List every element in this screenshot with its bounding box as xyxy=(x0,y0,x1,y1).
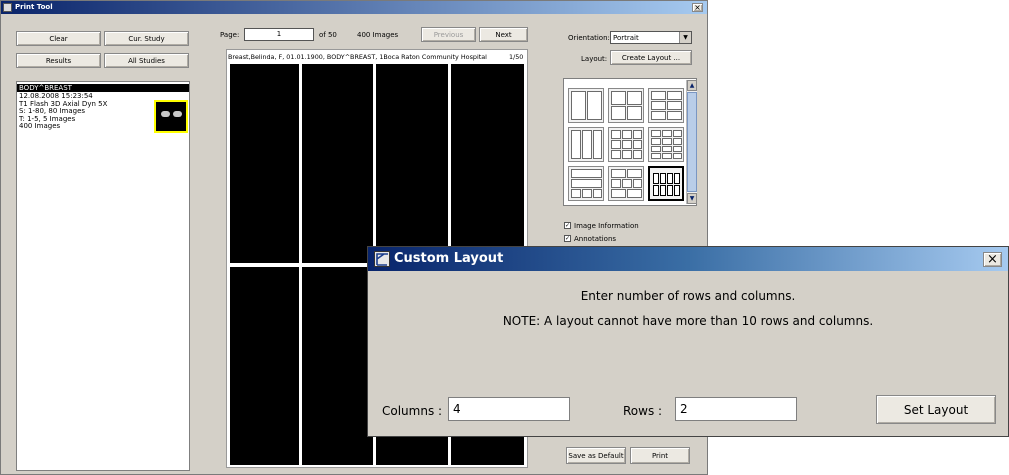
image-count-label: 400 Images xyxy=(357,31,399,39)
results-button[interactable]: Results xyxy=(16,53,101,68)
image-cell[interactable] xyxy=(230,64,299,263)
study-thumbnail[interactable] xyxy=(154,100,188,133)
study-image-count: 400 Images xyxy=(19,122,61,130)
layout-picker: ▲ ▼ xyxy=(563,78,697,206)
window-title: Print Tool xyxy=(15,3,53,11)
print-button[interactable]: Print xyxy=(630,447,690,464)
columns-label: Columns : xyxy=(382,404,443,418)
image-information-checkbox[interactable]: ✓ xyxy=(564,222,571,229)
layout-mixed-a[interactable] xyxy=(568,166,604,201)
study-details[interactable]: 12.08.2008 15:23:54 T1 Flash 3D Axial Dy… xyxy=(19,92,107,131)
close-icon[interactable]: × xyxy=(692,3,703,12)
page-input[interactable]: 1 xyxy=(244,28,314,41)
annotations-label: Annotations xyxy=(574,235,617,243)
scroll-thumb[interactable] xyxy=(687,92,697,192)
layout-scrollbar[interactable]: ▲ ▼ xyxy=(686,80,697,204)
dialog-title: Custom Layout xyxy=(394,251,504,266)
previous-button[interactable]: Previous xyxy=(421,27,476,42)
create-layout-button[interactable]: Create Layout ... xyxy=(610,50,692,65)
dialog-instruction: Enter number of rows and columns. xyxy=(580,289,796,303)
annotations-checkbox[interactable]: ✓ xyxy=(564,235,571,242)
custom-layout-icon xyxy=(374,251,390,267)
app-icon xyxy=(3,3,12,12)
columns-input[interactable]: 4 xyxy=(448,397,570,421)
study-list: BODY^BREAST 12.08.2008 15:23:54 T1 Flash… xyxy=(16,81,190,471)
save-as-default-button[interactable]: Save as Default xyxy=(566,447,626,464)
layout-3x3-a[interactable] xyxy=(608,127,644,162)
layout-label: Layout: xyxy=(581,55,608,63)
image-cell[interactable] xyxy=(302,267,373,465)
dropdown-arrow-icon[interactable]: ▼ xyxy=(679,32,691,43)
image-information-label: Image Information xyxy=(574,222,639,230)
layout-4x2-selected[interactable] xyxy=(648,166,684,201)
page-count-label: of 50 xyxy=(319,31,337,39)
all-studies-button[interactable]: All Studies xyxy=(104,53,189,68)
cur-study-button[interactable]: Cur. Study xyxy=(104,31,189,46)
clear-button[interactable]: Clear xyxy=(16,31,101,46)
rows-input[interactable]: 2 xyxy=(675,397,797,421)
dialog-title-bar: Custom Layout xyxy=(368,247,1008,271)
scroll-down-arrow-icon[interactable]: ▼ xyxy=(687,193,697,204)
image-cell[interactable] xyxy=(302,64,373,263)
set-layout-button[interactable]: Set Layout xyxy=(876,395,996,424)
study-header[interactable]: BODY^BREAST xyxy=(17,84,189,92)
dialog-close-icon[interactable]: × xyxy=(983,252,1002,267)
orientation-select[interactable]: Portrait ▼ xyxy=(610,31,692,44)
page-label: Page: xyxy=(220,31,240,39)
image-cell[interactable] xyxy=(451,64,524,263)
next-button[interactable]: Next xyxy=(479,27,528,42)
orientation-label: Orientation: xyxy=(568,34,610,42)
custom-layout-dialog: Custom Layout × Enter number of rows and… xyxy=(367,246,1009,437)
layout-2x2[interactable] xyxy=(608,88,644,123)
dialog-note: NOTE: A layout cannot have more than 10 … xyxy=(502,314,874,328)
page-ratio: 1/50 xyxy=(509,53,524,61)
rows-label: Rows : xyxy=(623,404,663,418)
layout-3x2[interactable] xyxy=(648,88,684,123)
layout-4x3[interactable] xyxy=(648,127,684,162)
title-bar: Print Tool xyxy=(1,1,707,14)
layout-mixed-b[interactable] xyxy=(608,166,644,201)
scroll-up-arrow-icon[interactable]: ▲ xyxy=(687,80,697,91)
patient-info-line: Breast,Belinda, F, 01.01.1900, BODY^BREA… xyxy=(228,53,487,61)
layout-1x2[interactable] xyxy=(568,88,604,123)
image-cell[interactable] xyxy=(376,64,448,263)
orientation-value: Portrait xyxy=(613,34,639,42)
layout-1x3[interactable] xyxy=(568,127,604,162)
image-cell[interactable] xyxy=(230,267,299,465)
